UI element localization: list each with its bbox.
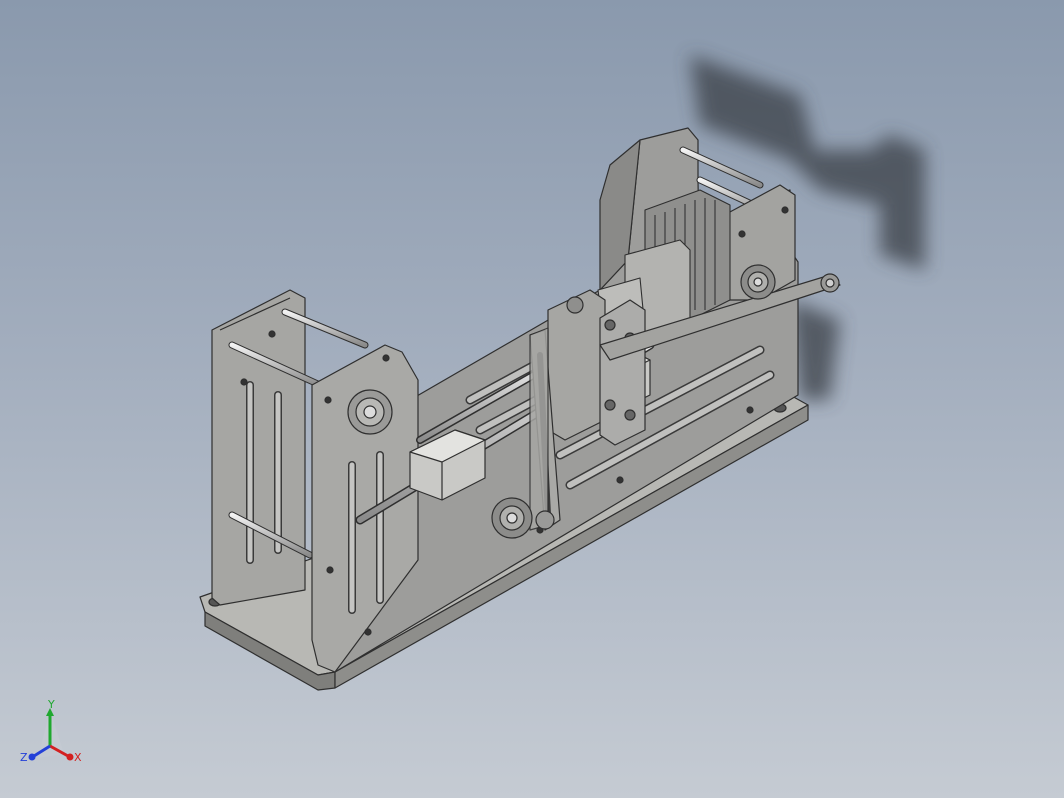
- z-axis-arrow-icon: [28, 753, 36, 761]
- assembly-model[interactable]: [0, 0, 1064, 798]
- carriage-plate[interactable]: [547, 289, 646, 446]
- axis-triad[interactable]: Y X Z: [18, 700, 90, 772]
- y-axis-label: Y: [47, 700, 55, 711]
- cad-3d-viewport[interactable]: Y X Z: [0, 0, 1064, 798]
- z-axis-label: Z: [20, 751, 28, 764]
- x-axis-label: X: [74, 751, 82, 764]
- x-axis-arrow-icon: [66, 753, 74, 761]
